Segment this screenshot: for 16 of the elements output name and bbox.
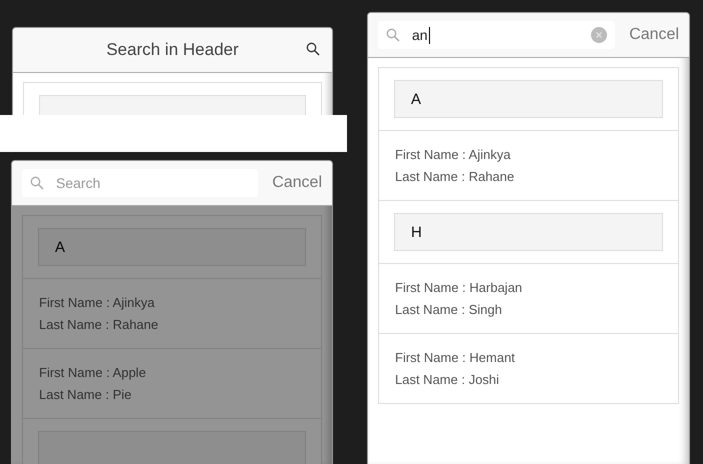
search-icon bbox=[386, 28, 400, 42]
cancel-button[interactable]: Cancel bbox=[629, 26, 679, 44]
cancel-button[interactable]: Cancel bbox=[272, 174, 322, 192]
divider-letter: H bbox=[411, 224, 422, 240]
search-field[interactable]: an bbox=[378, 21, 616, 49]
divider-letter: A bbox=[55, 238, 66, 256]
search-icon bbox=[30, 176, 44, 190]
list-item[interactable]: First Name : Harbajan Last Name : Singh bbox=[379, 264, 678, 333]
search-icon[interactable] bbox=[306, 42, 320, 56]
header-title: Search in Header bbox=[106, 40, 239, 60]
list-item[interactable]: First Name : Ajinkya Last Name : Rahane bbox=[379, 131, 678, 200]
search-field[interactable]: Search bbox=[22, 169, 258, 197]
list-item[interactable]: First Name : Apple Last Name : Pie bbox=[23, 349, 321, 418]
divider-letter: A bbox=[411, 90, 422, 108]
list-item[interactable]: First Name : Hemant Last Name : Joshi bbox=[379, 334, 678, 403]
list-item[interactable]: First Name : Ajinkya Last Name : Rahane bbox=[23, 279, 321, 348]
